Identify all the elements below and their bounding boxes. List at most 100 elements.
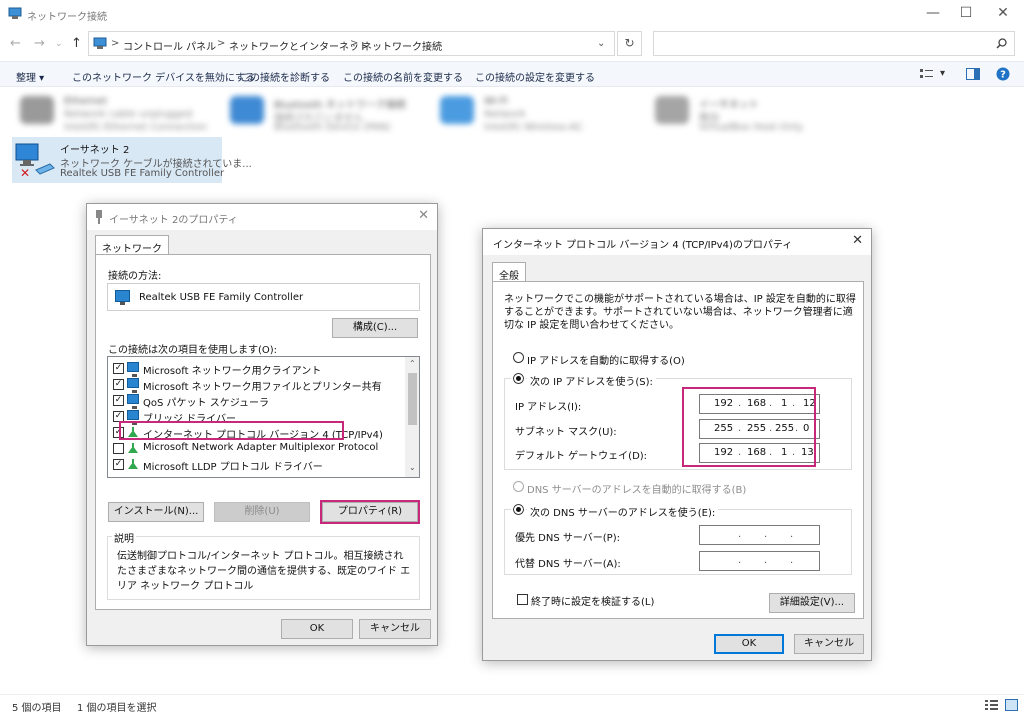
title-bar: ネットワーク接続 — ☐ ✕ bbox=[0, 0, 1024, 28]
organize-menu[interactable]: 整理 ▾ bbox=[16, 69, 44, 84]
item-label: Microsoft Network Adapter Multiplexor Pr… bbox=[143, 442, 379, 453]
ok-button[interactable]: OK bbox=[714, 634, 784, 654]
adapter-field: Realtek USB FE Family Controller bbox=[107, 283, 420, 311]
address-dropdown-icon[interactable]: ⌄ bbox=[597, 38, 605, 49]
connection-name: イーサネット 2 bbox=[60, 145, 130, 156]
manual-dns-label[interactable]: 次の DNS サーバーのアドレスを使う(E): bbox=[527, 504, 719, 519]
refresh-icon[interactable]: ↻ bbox=[617, 31, 642, 56]
connection-tile[interactable]: Ethernet Network cable unplugged Intel(R… bbox=[20, 94, 220, 134]
client-icon bbox=[127, 362, 139, 377]
auto-ip-radio[interactable] bbox=[513, 352, 524, 363]
control-panel-icon bbox=[93, 37, 107, 49]
item-checkbox[interactable] bbox=[113, 443, 124, 454]
list-item[interactable]: Microsoft Network Adapter Multiplexor Pr… bbox=[108, 441, 405, 456]
dialog-title: イーサネット 2のプロパティ bbox=[109, 215, 238, 226]
list-viewport: ✓ Microsoft ネットワーク用クライアント ✓ Microsoft ネッ… bbox=[108, 357, 405, 477]
protocol-icon bbox=[128, 443, 138, 453]
connection-tile-ethernet2[interactable]: ✕ イーサネット 2 ネットワーク ケーブルが接続されていま... Realte… bbox=[12, 137, 252, 183]
auto-ip-label[interactable]: IP アドレスを自動的に取得する(O) bbox=[527, 352, 685, 367]
ok-button[interactable]: OK bbox=[281, 619, 353, 639]
validate-checkbox[interactable] bbox=[517, 594, 528, 605]
subnet-mask-label: サブネット マスク(U): bbox=[515, 427, 617, 438]
item-checkbox[interactable]: ✓ bbox=[113, 459, 124, 470]
breadcrumb-separator: > bbox=[111, 38, 120, 49]
maximize-button[interactable]: ☐ bbox=[948, 0, 984, 28]
rename-command[interactable]: この接続の名前を変更する bbox=[343, 69, 463, 84]
preferred-dns-label: 優先 DNS サーバー(P): bbox=[515, 533, 620, 544]
cancel-button[interactable]: キャンセル bbox=[359, 619, 431, 639]
dialog-close-icon[interactable]: ✕ bbox=[418, 208, 429, 223]
recent-chevron-icon[interactable]: ⌄ bbox=[55, 39, 63, 49]
view-options-icon[interactable] bbox=[920, 68, 934, 80]
tab-general[interactable]: 全般 bbox=[492, 262, 526, 282]
dialog-close-icon[interactable]: ✕ bbox=[852, 233, 863, 248]
file-sharing-icon bbox=[127, 378, 139, 393]
search-input[interactable] bbox=[653, 31, 1015, 56]
item-label: Microsoft LLDP プロトコル ドライバー bbox=[143, 462, 323, 473]
advanced-button[interactable]: 詳細設定(V)... bbox=[769, 593, 855, 613]
item-checkbox[interactable]: ✓ bbox=[113, 395, 124, 406]
disable-device-command[interactable]: このネットワーク デバイスを無効にする bbox=[72, 69, 255, 84]
preview-pane-icon[interactable] bbox=[966, 68, 980, 80]
breadcrumb-control-panel[interactable]: コントロール パネル bbox=[123, 38, 216, 53]
scroll-down-icon[interactable]: ⌄ bbox=[409, 463, 416, 472]
selected-count: 1 個の項目を選択 bbox=[77, 703, 157, 714]
list-item[interactable]: ✓ Microsoft ネットワーク用クライアント bbox=[108, 361, 405, 377]
item-checkbox[interactable]: ✓ bbox=[113, 379, 124, 390]
configure-button[interactable]: 構成(C)... bbox=[332, 318, 418, 338]
scroll-up-icon[interactable]: ⌃ bbox=[409, 359, 416, 368]
svg-text:✕: ✕ bbox=[20, 166, 30, 180]
list-item[interactable]: ✓ QoS パケット スケジューラ bbox=[108, 393, 405, 409]
components-list[interactable]: ✓ Microsoft ネットワーク用クライアント ✓ Microsoft ネッ… bbox=[107, 356, 420, 478]
auto-dns-radio[interactable] bbox=[513, 481, 524, 492]
items-label: この接続は次の項目を使用します(O): bbox=[108, 345, 278, 356]
network-adapter-icon bbox=[115, 290, 130, 305]
alternate-dns-input[interactable]: . . . bbox=[699, 551, 820, 571]
preferred-dns-input[interactable]: . . . bbox=[699, 525, 820, 545]
help-icon[interactable]: ? bbox=[996, 67, 1010, 81]
diagnose-command[interactable]: この接続を診断する bbox=[240, 69, 330, 84]
protocol-icon bbox=[128, 459, 138, 469]
description-label: 説明 bbox=[112, 530, 136, 545]
up-arrow-icon[interactable]: ↑ bbox=[71, 36, 82, 51]
change-settings-command[interactable]: この接続の設定を変更する bbox=[475, 69, 595, 84]
breadcrumb-network-internet[interactable]: ネットワークとインターネット bbox=[229, 38, 369, 53]
details-view-icon[interactable] bbox=[985, 699, 999, 711]
list-scrollbar[interactable]: ⌃ ⌄ bbox=[405, 357, 419, 477]
bluetooth-icon bbox=[230, 96, 264, 124]
description-text: 伝送制御プロトコル/インターネット プロトコル。相互接続されたさまざまなネットワ… bbox=[117, 551, 411, 592]
back-arrow-icon[interactable]: ← bbox=[10, 36, 21, 51]
alternate-dns-label: 代替 DNS サーバー(A): bbox=[515, 559, 621, 570]
wifi-icon bbox=[440, 96, 474, 124]
forward-arrow-icon[interactable]: → bbox=[34, 36, 45, 51]
connection-tile[interactable]: イーサネット 無効 VirtualBox Host-Only bbox=[655, 94, 855, 134]
manual-ip-radio[interactable] bbox=[511, 371, 526, 386]
manual-dns-radio[interactable] bbox=[511, 502, 526, 517]
cancel-button[interactable]: キャンセル bbox=[794, 634, 864, 654]
validate-label[interactable]: 終了時に設定を検証する(L) bbox=[531, 593, 654, 608]
connection-tile[interactable]: Bluetooth ネットワーク接続 接続されていません Bluetooth D… bbox=[230, 94, 430, 134]
address-bar[interactable]: > コントロール パネル > ネットワークとインターネット > ネットワーク接続… bbox=[88, 31, 615, 56]
view-dropdown-icon[interactable]: ▾ bbox=[940, 68, 945, 79]
breadcrumb-separator: > bbox=[350, 38, 359, 49]
qos-icon bbox=[127, 394, 139, 409]
scrollbar-thumb[interactable] bbox=[408, 373, 417, 425]
list-item[interactable]: ✓ Microsoft ネットワーク用ファイルとプリンター共有 bbox=[108, 377, 405, 393]
close-button[interactable]: ✕ bbox=[985, 0, 1021, 28]
dns-group: 次の DNS サーバーのアドレスを使う(E): 優先 DNS サーバー(P): … bbox=[504, 502, 852, 575]
install-button[interactable]: インストール(N)... bbox=[108, 502, 204, 522]
minimize-button[interactable]: — bbox=[915, 0, 951, 28]
dialog-title-bar: インターネット プロトコル バージョン 4 (TCP/IPv4)のプロパティ ✕ bbox=[483, 229, 871, 255]
item-checkbox[interactable]: ✓ bbox=[113, 363, 124, 374]
breadcrumb-network-connections[interactable]: ネットワーク接続 bbox=[362, 38, 442, 53]
uninstall-button[interactable]: 削除(U) bbox=[214, 502, 310, 522]
item-label: Microsoft ネットワーク用クライアント bbox=[143, 366, 322, 377]
ip-address-label: IP アドレス(I): bbox=[515, 402, 582, 413]
manual-ip-label[interactable]: 次の IP アドレスを使う(S): bbox=[527, 373, 656, 388]
connection-tile[interactable]: Wi-Fi Network Intel(R) Wireless-AC bbox=[440, 94, 640, 134]
tab-network[interactable]: ネットワーク bbox=[95, 235, 169, 255]
large-icons-view-icon[interactable] bbox=[1005, 699, 1018, 711]
ip-fields-highlight bbox=[682, 387, 816, 467]
list-item[interactable]: ✓ Microsoft LLDP プロトコル ドライバー bbox=[108, 457, 405, 473]
auto-dns-label[interactable]: DNS サーバーのアドレスを自動的に取得する(B) bbox=[527, 481, 746, 496]
